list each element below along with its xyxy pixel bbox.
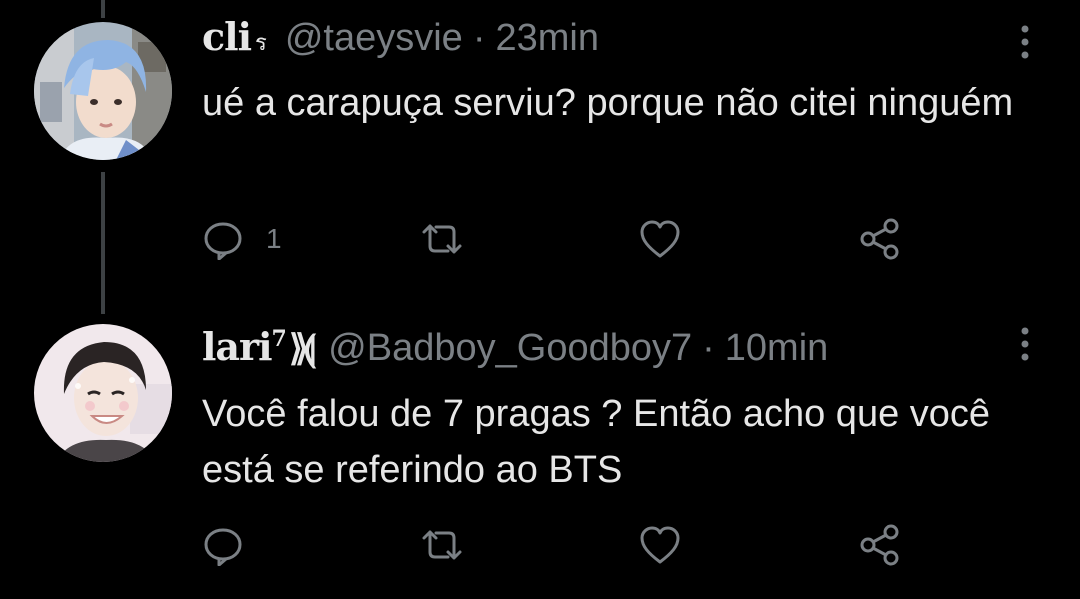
reply-button[interactable] [202, 522, 266, 568]
tweet-text: ué a carapuça serviu? porque não citei n… [202, 82, 1014, 124]
timestamp[interactable]: 10min [725, 327, 829, 370]
display-name-glyph: ⟫⟬ [288, 327, 316, 369]
retweet-icon [418, 218, 466, 260]
retweet-icon [418, 524, 466, 566]
tweet-actions: 1 [202, 216, 922, 262]
display-name-superscript: 7 [271, 326, 287, 352]
tweet-text: Você falou de 7 pragas ? Então acho que … [202, 393, 991, 491]
share-icon [858, 217, 902, 261]
retweet-button[interactable] [418, 522, 466, 568]
display-name[interactable]: cli [202, 14, 252, 59]
tweet[interactable]: cli ร @taeysvie · 23min ué a carapuça se… [0, 0, 1080, 300]
retweet-button[interactable] [418, 216, 466, 262]
like-button[interactable] [638, 522, 682, 568]
like-button[interactable] [638, 216, 682, 262]
timestamp[interactable]: 23min [495, 17, 599, 60]
separator-dot: · [702, 327, 715, 369]
reply-icon [202, 218, 244, 260]
avatar[interactable] [34, 324, 172, 462]
share-icon [858, 523, 902, 567]
more-options-icon[interactable] [1020, 24, 1030, 60]
avatar[interactable] [34, 22, 172, 160]
display-name[interactable]: lari [202, 324, 273, 369]
like-icon [638, 218, 682, 260]
user-handle[interactable]: @Badboy_Goodboy7 [328, 327, 692, 370]
tweet-header: lari 7 ⟫⟬ @Badboy_Goodboy7 · 10min [202, 324, 828, 372]
reply-count: 1 [266, 223, 282, 254]
reply-icon [202, 524, 244, 566]
reply-button[interactable]: 1 [202, 216, 282, 262]
tweet-header: cli ร @taeysvie · 23min [202, 14, 599, 62]
tweet[interactable]: lari 7 ⟫⟬ @Badboy_Goodboy7 · 10min Você … [0, 300, 1080, 599]
share-button[interactable] [858, 522, 902, 568]
share-button[interactable] [858, 216, 902, 262]
display-name-suffix: ร [255, 30, 267, 55]
more-options-icon[interactable] [1020, 326, 1030, 362]
like-icon [638, 524, 682, 566]
separator-dot: · [472, 17, 486, 59]
tweet-actions [202, 522, 922, 568]
user-handle[interactable]: @taeysvie [285, 17, 463, 60]
